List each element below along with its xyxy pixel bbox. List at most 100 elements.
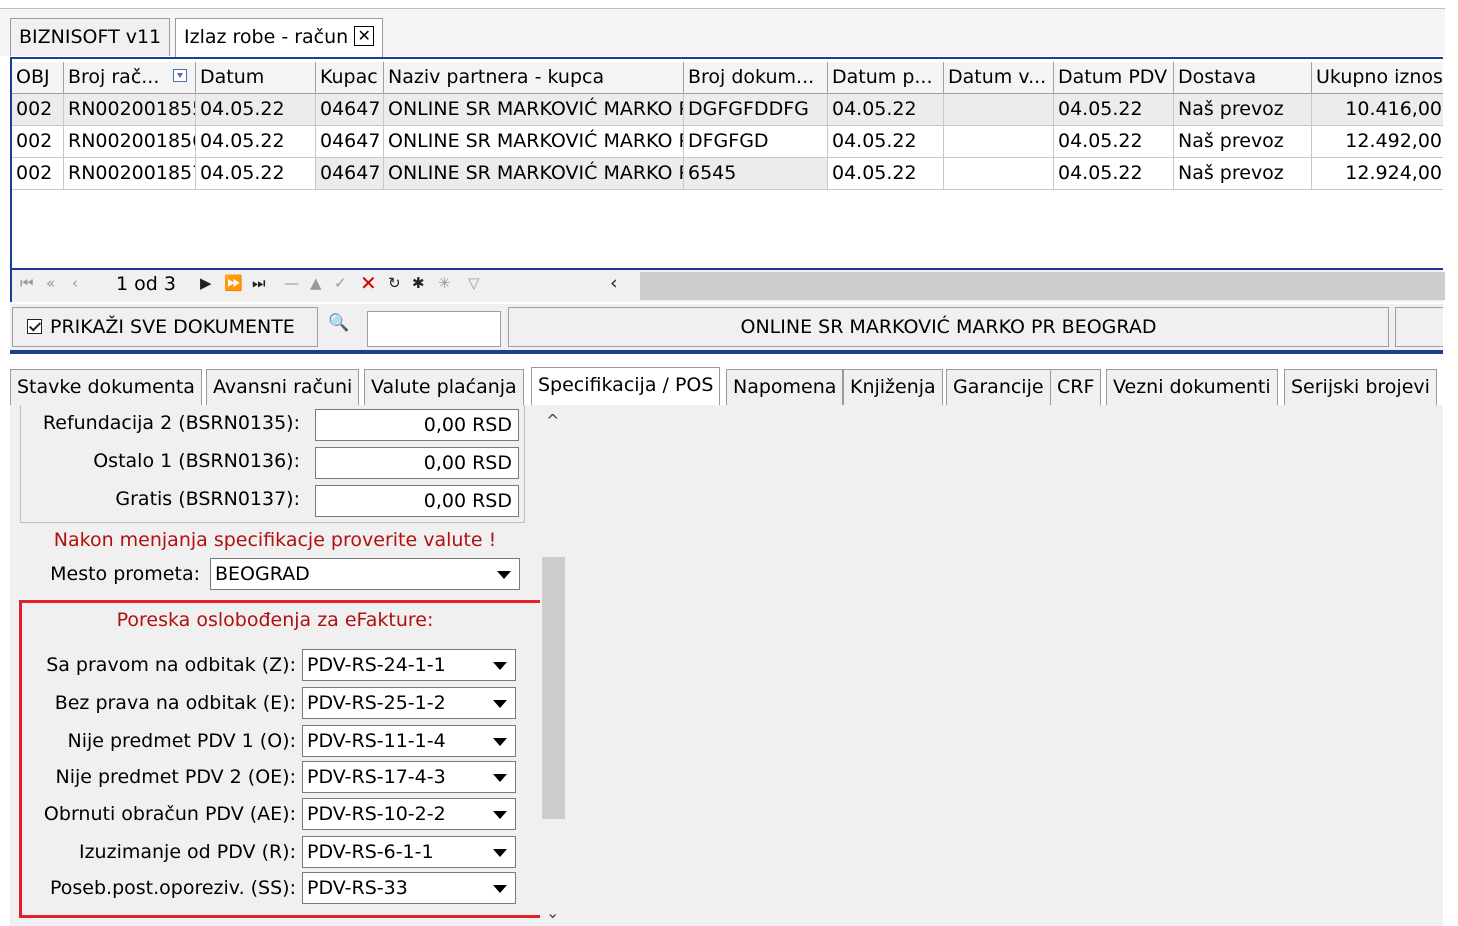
tab-napomena[interactable]: Napomena — [726, 369, 844, 405]
prev-page-icon[interactable]: « — [46, 274, 55, 292]
horizontal-scrollbar[interactable] — [640, 272, 1445, 300]
cell-broj-racuna: RN002001855 — [64, 94, 196, 126]
refresh-icon[interactable]: ↻ — [388, 274, 401, 292]
mesto-prometa-label: Mesto prometa: — [50, 563, 200, 585]
scroll-left-icon[interactable]: ‹ — [610, 272, 618, 294]
grid-header-row: OBJ Broj rač... Datum Kupac Naziv partne… — [12, 62, 1443, 94]
col-header-naziv-partnera[interactable]: Naziv partnera - kupca — [384, 62, 684, 94]
cell-datum-pdv: 04.05.22 — [1054, 126, 1174, 158]
cell-ukupno-iznos: 12.492,00 — [1312, 126, 1443, 158]
tab-vezni-dokumenti[interactable]: Vezni dokumenti — [1106, 369, 1278, 405]
table-row[interactable]: 002 RN002001856 04.05.22 04647 ONLINE SR… — [12, 126, 1443, 158]
col-header-broj-racuna-label: Broj rač... — [68, 66, 160, 88]
cell-broj-racuna: RN002001857 — [64, 158, 196, 190]
confirm-icon[interactable]: ✓ — [334, 274, 347, 292]
cell-datum-pdv: 04.05.22 — [1054, 158, 1174, 190]
tab-biznisoft-label: BIZNISOFT v11 — [19, 26, 162, 48]
cell-dostava: Naš prevoz — [1174, 94, 1312, 126]
detail-tab-bar: Stavke dokumenta Avansni računi Valute p… — [10, 367, 1443, 405]
warning-text: Nakon menjanja specifikacje proverite va… — [53, 529, 497, 551]
tab-avansni-racuni[interactable]: Avansni računi — [206, 369, 360, 405]
table-row[interactable]: 002 RN002001855 04.05.22 04647 ONLINE SR… — [12, 94, 1443, 126]
grid-navigator: ⏮ « ‹ 1 od 3 ▶ ⏩ ⏭ — ▲ ✓ ✕ ↻ ✱ ✳ ▽ ‹ — [10, 270, 1445, 302]
col-header-datum-p[interactable]: Datum p... — [828, 62, 944, 94]
show-all-documents-checkbox[interactable]: PRIKAŽI SVE DOKUMENTE — [12, 307, 318, 347]
cell-kupac: 04647 — [316, 158, 384, 190]
tab-stavke-dokumenta[interactable]: Stavke dokumenta — [10, 369, 202, 405]
cancel-icon[interactable]: ✕ — [360, 271, 377, 295]
scrollbar-thumb[interactable] — [542, 557, 565, 819]
tab-crf[interactable]: CRF — [1050, 369, 1102, 405]
cell-ukupno-iznos: 12.924,00 — [1312, 158, 1443, 190]
refund-2-field[interactable]: 0,00 RSD — [315, 409, 519, 441]
last-record-icon[interactable]: ⏭ — [252, 274, 266, 292]
cell-naziv-partnera: ONLINE SR MARKOVIĆ MARKO PR I — [384, 158, 684, 190]
next-record-icon[interactable]: ▶ — [200, 274, 212, 292]
binoculars-icon[interactable]: 🔍 — [328, 313, 349, 333]
specification-right-panel — [567, 405, 1443, 926]
filter-icon[interactable] — [173, 69, 188, 82]
col-header-ukupno-iznos[interactable]: Ukupno iznos — [1312, 62, 1443, 94]
cell-obj: 002 — [12, 94, 64, 126]
first-record-icon[interactable]: ⏮ — [20, 274, 34, 292]
cell-dostava: Naš prevoz — [1174, 158, 1312, 190]
cell-datum-v — [944, 158, 1054, 190]
table-row[interactable]: 002 RN002001857 04.05.22 04647 ONLINE SR… — [12, 158, 1443, 190]
tab-izlaz-robe[interactable]: Izlaz robe - račun ✕ — [175, 18, 384, 58]
gratis-field[interactable]: 0,00 RSD — [315, 485, 519, 517]
col-header-datum-v[interactable]: Datum v... — [944, 62, 1054, 94]
cell-obj: 002 — [12, 158, 64, 190]
cell-dostava: Naš prevoz — [1174, 126, 1312, 158]
tab-biznisoft[interactable]: BIZNISOFT v11 — [10, 18, 171, 56]
cell-broj-dokumenta: DGFGFDDFG — [684, 94, 828, 126]
cell-datum-v — [944, 126, 1054, 158]
filter-icon[interactable]: ▽ — [468, 274, 480, 292]
document-tab-bar: BIZNISOFT v11 Izlaz robe - račun ✕ — [0, 8, 1458, 58]
gratis-label: Gratis (BSRN0137): — [115, 488, 300, 510]
form-vertical-scrollbar[interactable]: ^ ⌄ — [540, 405, 567, 926]
cell-datum-v — [944, 94, 1054, 126]
tab-serijski-brojevi[interactable]: Serijski brojevi — [1284, 369, 1437, 405]
ostalo-1-field[interactable]: 0,00 RSD — [315, 447, 519, 479]
scroll-up-icon[interactable]: ^ — [546, 411, 559, 430]
delete-record-icon[interactable]: — — [284, 274, 299, 292]
tax-exemptions-highlight — [19, 600, 545, 918]
col-header-datum-pdv[interactable]: Datum PDV — [1054, 62, 1174, 94]
prev-record-icon[interactable]: ‹ — [72, 274, 78, 292]
col-header-broj-racuna[interactable]: Broj rač... — [64, 62, 196, 94]
tab-knjizenja[interactable]: Knjiženja — [843, 369, 943, 405]
move-up-icon[interactable]: ▲ — [310, 274, 322, 292]
next-page-icon[interactable]: ⏩ — [224, 274, 243, 292]
col-header-obj[interactable]: OBJ — [12, 62, 64, 94]
cell-datum: 04.05.22 — [196, 158, 316, 190]
cell-datum-p: 04.05.22 — [828, 158, 944, 190]
chevron-down-icon[interactable] — [489, 559, 519, 589]
mesto-prometa-select[interactable]: BEOGRAD — [210, 558, 520, 590]
cell-naziv-partnera: ONLINE SR MARKOVIĆ MARKO PR I — [384, 94, 684, 126]
close-icon[interactable]: ✕ — [354, 26, 375, 46]
tab-garancije[interactable]: Garancije — [946, 369, 1051, 405]
col-header-broj-dokumenta[interactable]: Broj dokum... — [684, 62, 828, 94]
col-header-datum[interactable]: Datum — [196, 62, 316, 94]
ostalo-label: Ostalo 1 (BSRN0136): — [93, 450, 300, 472]
scroll-down-icon[interactable]: ⌄ — [546, 903, 559, 922]
clear-icon[interactable]: ✳ — [438, 274, 451, 292]
col-header-kupac[interactable]: Kupac — [316, 62, 384, 94]
cell-broj-racuna: RN002001856 — [64, 126, 196, 158]
cell-broj-dokumenta: 6545 — [684, 158, 828, 190]
cell-datum: 04.05.22 — [196, 126, 316, 158]
cell-broj-dokumenta: DFGFGD — [684, 126, 828, 158]
cell-kupac: 04647 — [316, 94, 384, 126]
cell-datum-p: 04.05.22 — [828, 94, 944, 126]
show-all-documents-label: PRIKAŽI SVE DOKUMENTE — [50, 316, 295, 338]
cell-obj: 002 — [12, 126, 64, 158]
col-header-dostava[interactable]: Dostava — [1174, 62, 1312, 94]
documents-grid[interactable]: OBJ Broj rač... Datum Kupac Naziv partne… — [10, 57, 1443, 270]
search-input[interactable] — [367, 311, 501, 347]
cell-naziv-partnera: ONLINE SR MARKOVIĆ MARKO PR I — [384, 126, 684, 158]
document-info-bar: PRIKAŽI SVE DOKUMENTE 🔍 ONLINE SR MARKOV… — [10, 304, 1443, 354]
extra-panel — [1395, 307, 1443, 347]
insert-icon[interactable]: ✱ — [412, 274, 425, 292]
tab-specifikacija-pos[interactable]: Specifikacija / POS — [531, 367, 721, 405]
tab-valute-placanja[interactable]: Valute plaćanja — [364, 369, 524, 405]
